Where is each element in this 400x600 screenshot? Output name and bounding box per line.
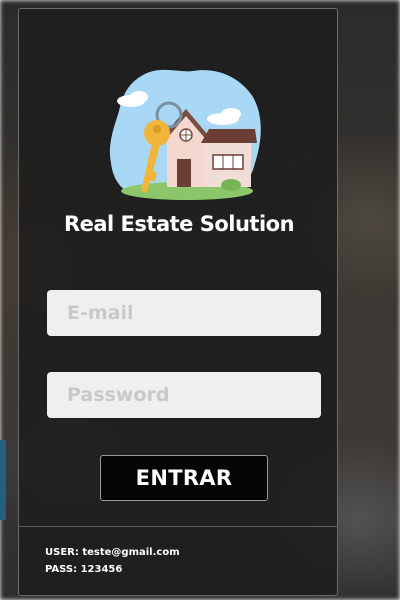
- login-card: Real Estate Solution ENTRAR USER: teste@…: [18, 8, 338, 596]
- house-with-key-logo-icon: [109, 69, 261, 200]
- app-title: Real Estate Solution: [63, 212, 295, 236]
- credentials-pass-line: PASS: 123456: [45, 564, 123, 575]
- card-divider: [19, 526, 337, 527]
- test-credentials: USER: teste@gmail.com PASS: 123456: [45, 544, 180, 578]
- background-blue-edge: [0, 440, 6, 520]
- credentials-user-line: USER: teste@gmail.com: [45, 547, 180, 558]
- email-field[interactable]: [47, 290, 321, 336]
- login-button[interactable]: ENTRAR: [100, 455, 268, 501]
- password-field[interactable]: [47, 372, 321, 418]
